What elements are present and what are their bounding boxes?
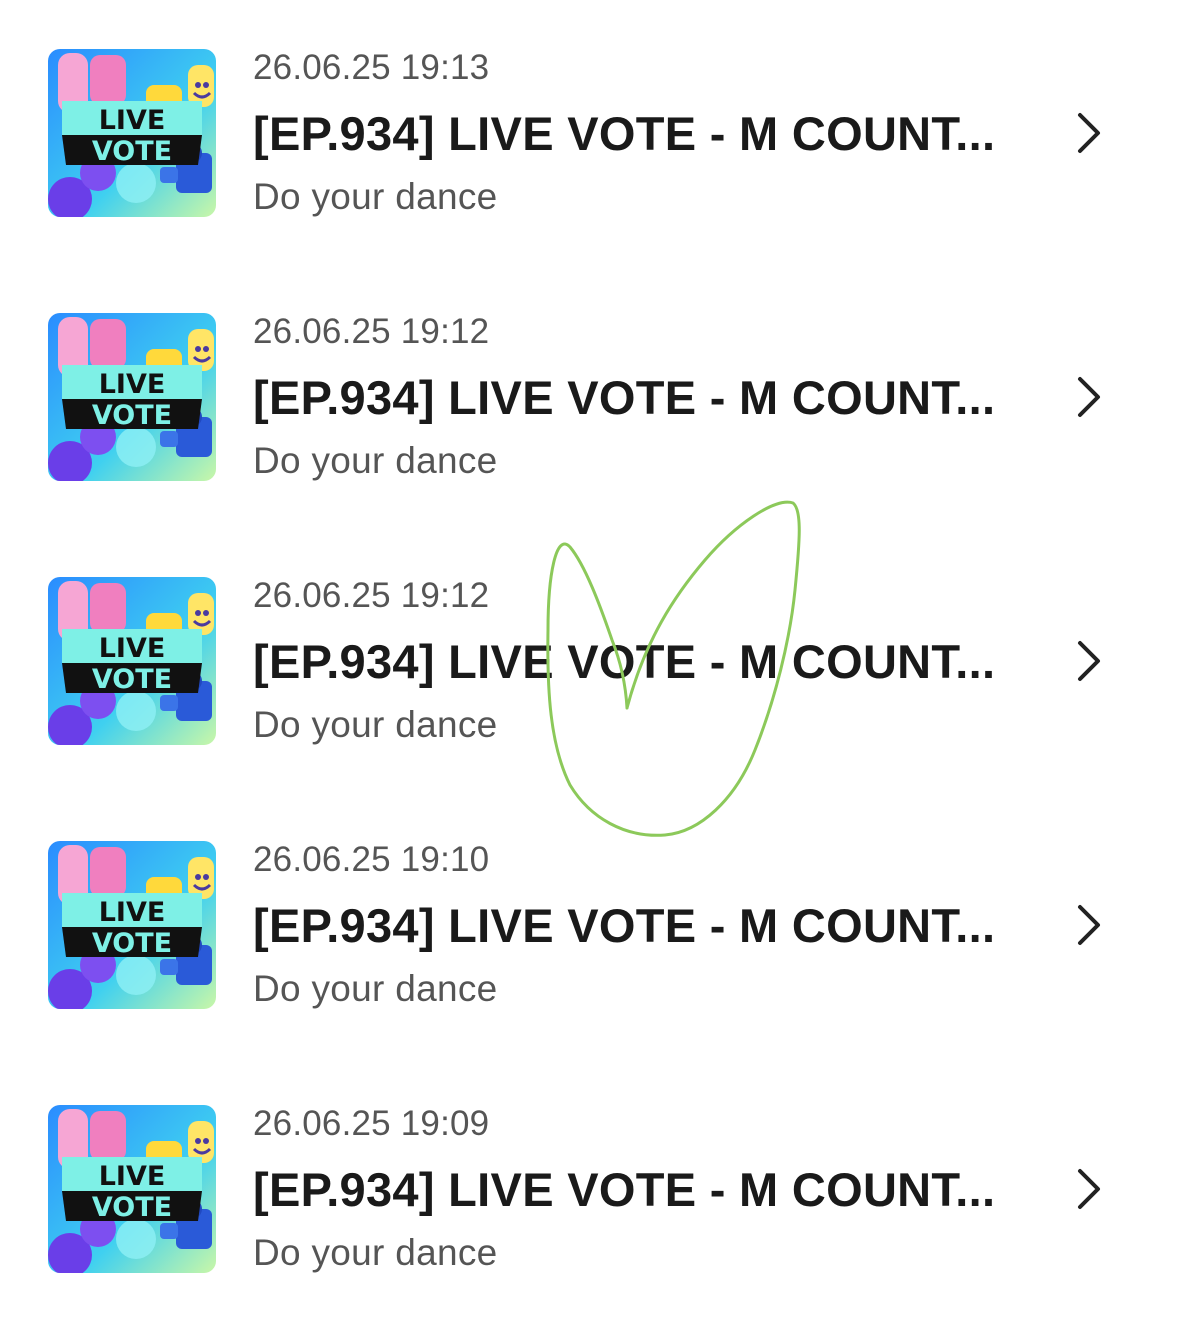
- item-title: [EP.934] LIVE VOTE - M COUNT...: [253, 371, 996, 424]
- thumb-line1: LIVE: [99, 369, 166, 400]
- thumb-line1: LIVE: [99, 897, 166, 928]
- item-date: 26.06.25 19:12: [253, 312, 490, 351]
- thumb-line1: LIVE: [99, 633, 166, 664]
- list-item[interactable]: LIVE VOTE 26.06.25 19:12 [EP.934] LIVE V…: [0, 528, 1179, 792]
- chevron-right-icon[interactable]: [1072, 1167, 1106, 1211]
- list-item[interactable]: LIVE VOTE 26.06.25 19:12 [EP.934] LIVE V…: [0, 264, 1179, 528]
- item-date: 26.06.25 19:13: [253, 48, 490, 87]
- thumb-line1: LIVE: [99, 1161, 166, 1192]
- chevron-right-icon[interactable]: [1072, 111, 1106, 155]
- live-vote-thumbnail: LIVE VOTE: [48, 313, 216, 481]
- live-vote-thumbnail: LIVE VOTE: [48, 49, 216, 217]
- item-subtitle: Do your dance: [253, 440, 498, 481]
- list-item[interactable]: LIVE VOTE 26.06.25 19:10 [EP.934] LIVE V…: [0, 792, 1179, 1056]
- live-vote-thumbnail: LIVE VOTE: [48, 1105, 216, 1273]
- item-subtitle: Do your dance: [253, 968, 498, 1009]
- item-title: [EP.934] LIVE VOTE - M COUNT...: [253, 1163, 996, 1216]
- item-subtitle: Do your dance: [253, 176, 498, 217]
- chevron-right-icon[interactable]: [1072, 903, 1106, 947]
- thumb-line2: VOTE: [92, 928, 172, 959]
- thumb-line2: VOTE: [92, 400, 172, 431]
- live-vote-thumbnail: LIVE VOTE: [48, 577, 216, 745]
- thumb-line2: VOTE: [92, 136, 172, 167]
- live-vote-thumbnail: LIVE VOTE: [48, 841, 216, 1009]
- thumb-line2: VOTE: [92, 1192, 172, 1223]
- item-title: [EP.934] LIVE VOTE - M COUNT...: [253, 899, 996, 952]
- list-item[interactable]: LIVE VOTE 26.06.25 19:09 [EP.934] LIVE V…: [0, 1056, 1179, 1317]
- item-date: 26.06.25 19:09: [253, 1104, 490, 1143]
- notification-list: LIVE VOTE 26.06.25 19:13 [EP.934] LIVE V…: [0, 0, 1179, 1317]
- chevron-right-icon[interactable]: [1072, 375, 1106, 419]
- item-subtitle: Do your dance: [253, 1232, 498, 1273]
- item-date: 26.06.25 19:12: [253, 576, 490, 615]
- item-title: [EP.934] LIVE VOTE - M COUNT...: [253, 107, 996, 160]
- list-item[interactable]: LIVE VOTE 26.06.25 19:13 [EP.934] LIVE V…: [0, 0, 1179, 264]
- item-subtitle: Do your dance: [253, 704, 498, 745]
- thumb-line1: LIVE: [99, 105, 166, 136]
- thumb-line2: VOTE: [92, 664, 172, 695]
- chevron-right-icon[interactable]: [1072, 639, 1106, 683]
- item-date: 26.06.25 19:10: [253, 840, 490, 879]
- item-title: [EP.934] LIVE VOTE - M COUNT...: [253, 635, 996, 688]
